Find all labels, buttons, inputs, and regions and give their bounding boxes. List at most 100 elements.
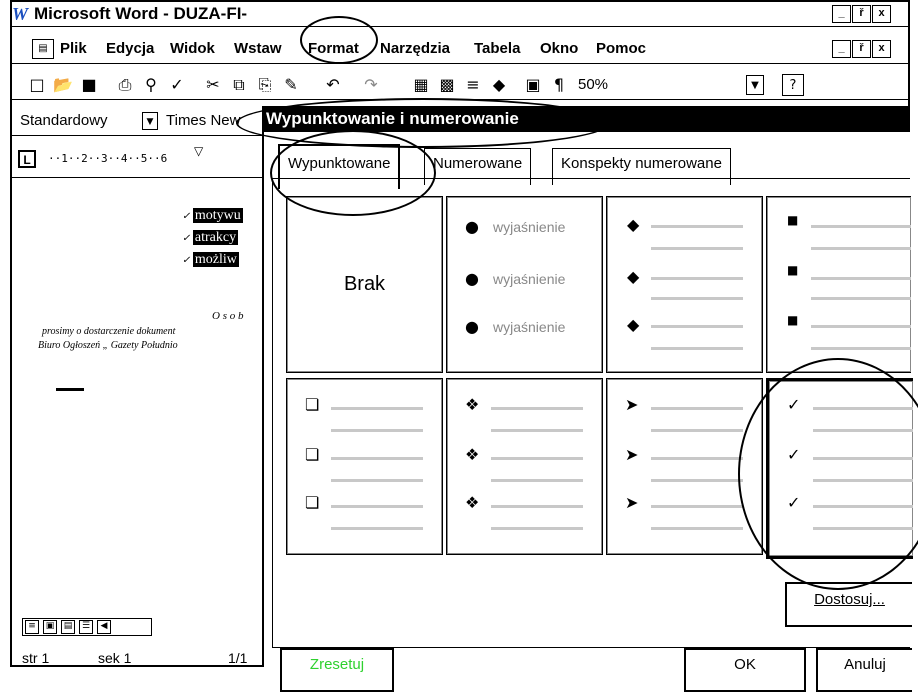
- sample-line: [651, 457, 743, 460]
- columns-icon[interactable]: ≡: [462, 74, 484, 96]
- view-buttons: ≡ ▣ ▤ ☰ ◀: [22, 618, 152, 636]
- tab-stop-icon[interactable]: L: [18, 150, 36, 168]
- customize-button[interactable]: Dostosuj...: [785, 582, 912, 627]
- menu-tabela[interactable]: Tabela: [474, 40, 520, 57]
- restore-button[interactable]: ř: [852, 5, 871, 23]
- menu-wstaw[interactable]: Wstaw: [234, 40, 282, 57]
- sample-line: [813, 429, 913, 432]
- reset-button[interactable]: Zresetuj: [280, 648, 394, 692]
- style-dropdown-icon[interactable]: ▼: [142, 112, 158, 130]
- sample-line: [651, 479, 743, 482]
- sample-line: [491, 407, 583, 410]
- doc-close-button[interactable]: x: [872, 40, 891, 58]
- bullet-option-checkmark[interactable]: ✓ ✓ ✓: [766, 378, 913, 559]
- bullet-option-arrowhead[interactable]: ➤ ➤ ➤: [606, 378, 763, 555]
- ruler-ticks: ··1··2··3··4··5··6: [48, 152, 168, 165]
- bullet-option-diamond[interactable]: ◆ ◆ ◆: [606, 196, 763, 373]
- print-layout-icon[interactable]: ▤: [61, 620, 75, 634]
- bullet-option-hollow-square[interactable]: ❏ ❏ ❏: [286, 378, 443, 555]
- font-select[interactable]: Times New: [166, 112, 240, 129]
- undo-icon[interactable]: ↶: [322, 74, 344, 96]
- new-icon[interactable]: □: [26, 74, 48, 96]
- copy-icon[interactable]: ⧉: [228, 74, 250, 96]
- sample-line: [651, 347, 743, 350]
- bullet-option-four-diamond[interactable]: ❖ ❖ ❖: [446, 378, 603, 555]
- menu-narzedzia[interactable]: Narzędzia: [380, 40, 450, 57]
- sample-line: [651, 225, 743, 228]
- arrowhead-bullet-icon: ➤: [625, 493, 639, 512]
- save-icon[interactable]: ■: [78, 74, 100, 96]
- ruler: L ··1··2··3··4··5··6 ▽: [12, 142, 262, 178]
- close-button[interactable]: x: [872, 5, 891, 23]
- cut-icon[interactable]: ✂: [202, 74, 224, 96]
- bullet-option-dot[interactable]: ● wyjaśnienie ● wyjaśnienie ● wyjaśnieni…: [446, 196, 603, 373]
- diamond-bullet-icon: ◆: [627, 315, 640, 334]
- sample-line: [813, 407, 913, 410]
- menu-format[interactable]: Format: [308, 40, 359, 57]
- sample-line: [651, 527, 743, 530]
- sample-line: [331, 505, 423, 508]
- minimize-button[interactable]: _: [832, 5, 851, 23]
- menu-pomoc[interactable]: Pomoc: [596, 40, 646, 57]
- sample-line: [811, 297, 911, 300]
- zoom-value[interactable]: 50%: [578, 76, 608, 93]
- outline-view-icon[interactable]: ☰: [79, 620, 93, 634]
- indent-marker-icon[interactable]: ▽: [194, 144, 203, 158]
- help-icon[interactable]: ?: [782, 74, 804, 96]
- menu-plik[interactable]: Plik: [60, 40, 87, 57]
- doc-text-line-2: Biuro Ogłoszeń „ Gazety Południo: [38, 340, 178, 351]
- redo-icon[interactable]: ↷: [360, 74, 382, 96]
- sample-text-2: wyjaśnienie: [493, 271, 566, 287]
- sample-line: [811, 325, 911, 328]
- sample-text-1: wyjaśnienie: [493, 219, 566, 235]
- menu-okno[interactable]: Okno: [540, 40, 578, 57]
- sample-line: [811, 247, 911, 250]
- sample-line: [491, 457, 583, 460]
- style-select[interactable]: Standardowy: [20, 112, 108, 129]
- sample-line: [813, 457, 913, 460]
- menu-widok[interactable]: Widok: [170, 40, 215, 57]
- sample-line: [491, 527, 583, 530]
- four-diamond-bullet-icon: ❖: [465, 493, 480, 512]
- sample-line: [651, 247, 743, 250]
- sample-line: [651, 297, 743, 300]
- highlight-1: motywu: [192, 208, 243, 223]
- cancel-button[interactable]: Anuluj: [816, 648, 912, 692]
- open-icon[interactable]: 📂: [52, 74, 74, 96]
- paste-icon[interactable]: ⎘: [254, 74, 276, 96]
- doc-osoby: O s o b: [212, 310, 244, 322]
- doc-rule: [56, 388, 84, 391]
- dialog-title: Wypunktowanie i numerowanie: [262, 106, 910, 132]
- scroll-left-icon[interactable]: ◀: [97, 620, 111, 634]
- map-icon[interactable]: ▣: [522, 74, 544, 96]
- format-painter-icon[interactable]: ✎: [280, 74, 302, 96]
- sample-line: [651, 407, 743, 410]
- sample-line: [813, 505, 913, 508]
- sample-line: [331, 527, 423, 530]
- document-area[interactable]: ✓ motywu ✓ atrakcy ✓ możliw O s o b pros…: [12, 180, 262, 636]
- zoom-dropdown-icon[interactable]: ▼: [746, 75, 764, 95]
- none-label: Brak: [343, 273, 386, 295]
- excel-icon[interactable]: ▩: [436, 74, 458, 96]
- drawing-icon[interactable]: ◆: [488, 74, 510, 96]
- ok-button[interactable]: OK: [684, 648, 806, 692]
- menu-edycja[interactable]: Edycja: [106, 40, 154, 57]
- doc-restore-button[interactable]: ř: [852, 40, 871, 58]
- bullet-option-square[interactable]: ■ ■ ■: [766, 196, 911, 373]
- diamond-bullet-icon: ◆: [627, 215, 640, 234]
- normal-view-icon[interactable]: ≡: [25, 620, 39, 634]
- word-doc-icon[interactable]: ▤: [32, 39, 54, 59]
- sample-line: [331, 407, 423, 410]
- spell-icon[interactable]: ✓: [166, 74, 188, 96]
- highlight-2: atrakcy: [192, 230, 239, 245]
- preview-icon[interactable]: ⚲: [140, 74, 162, 96]
- paragraph-icon[interactable]: ¶: [548, 74, 570, 96]
- web-view-icon[interactable]: ▣: [43, 620, 57, 634]
- sample-line: [651, 429, 743, 432]
- bullet-option-none[interactable]: Brak: [286, 196, 443, 373]
- sample-line: [811, 225, 911, 228]
- print-icon[interactable]: ⎙: [114, 74, 136, 96]
- status-bar: str 1 sek 1 1/1: [12, 640, 262, 667]
- doc-minimize-button[interactable]: _: [832, 40, 851, 58]
- table-icon[interactable]: ▦: [410, 74, 432, 96]
